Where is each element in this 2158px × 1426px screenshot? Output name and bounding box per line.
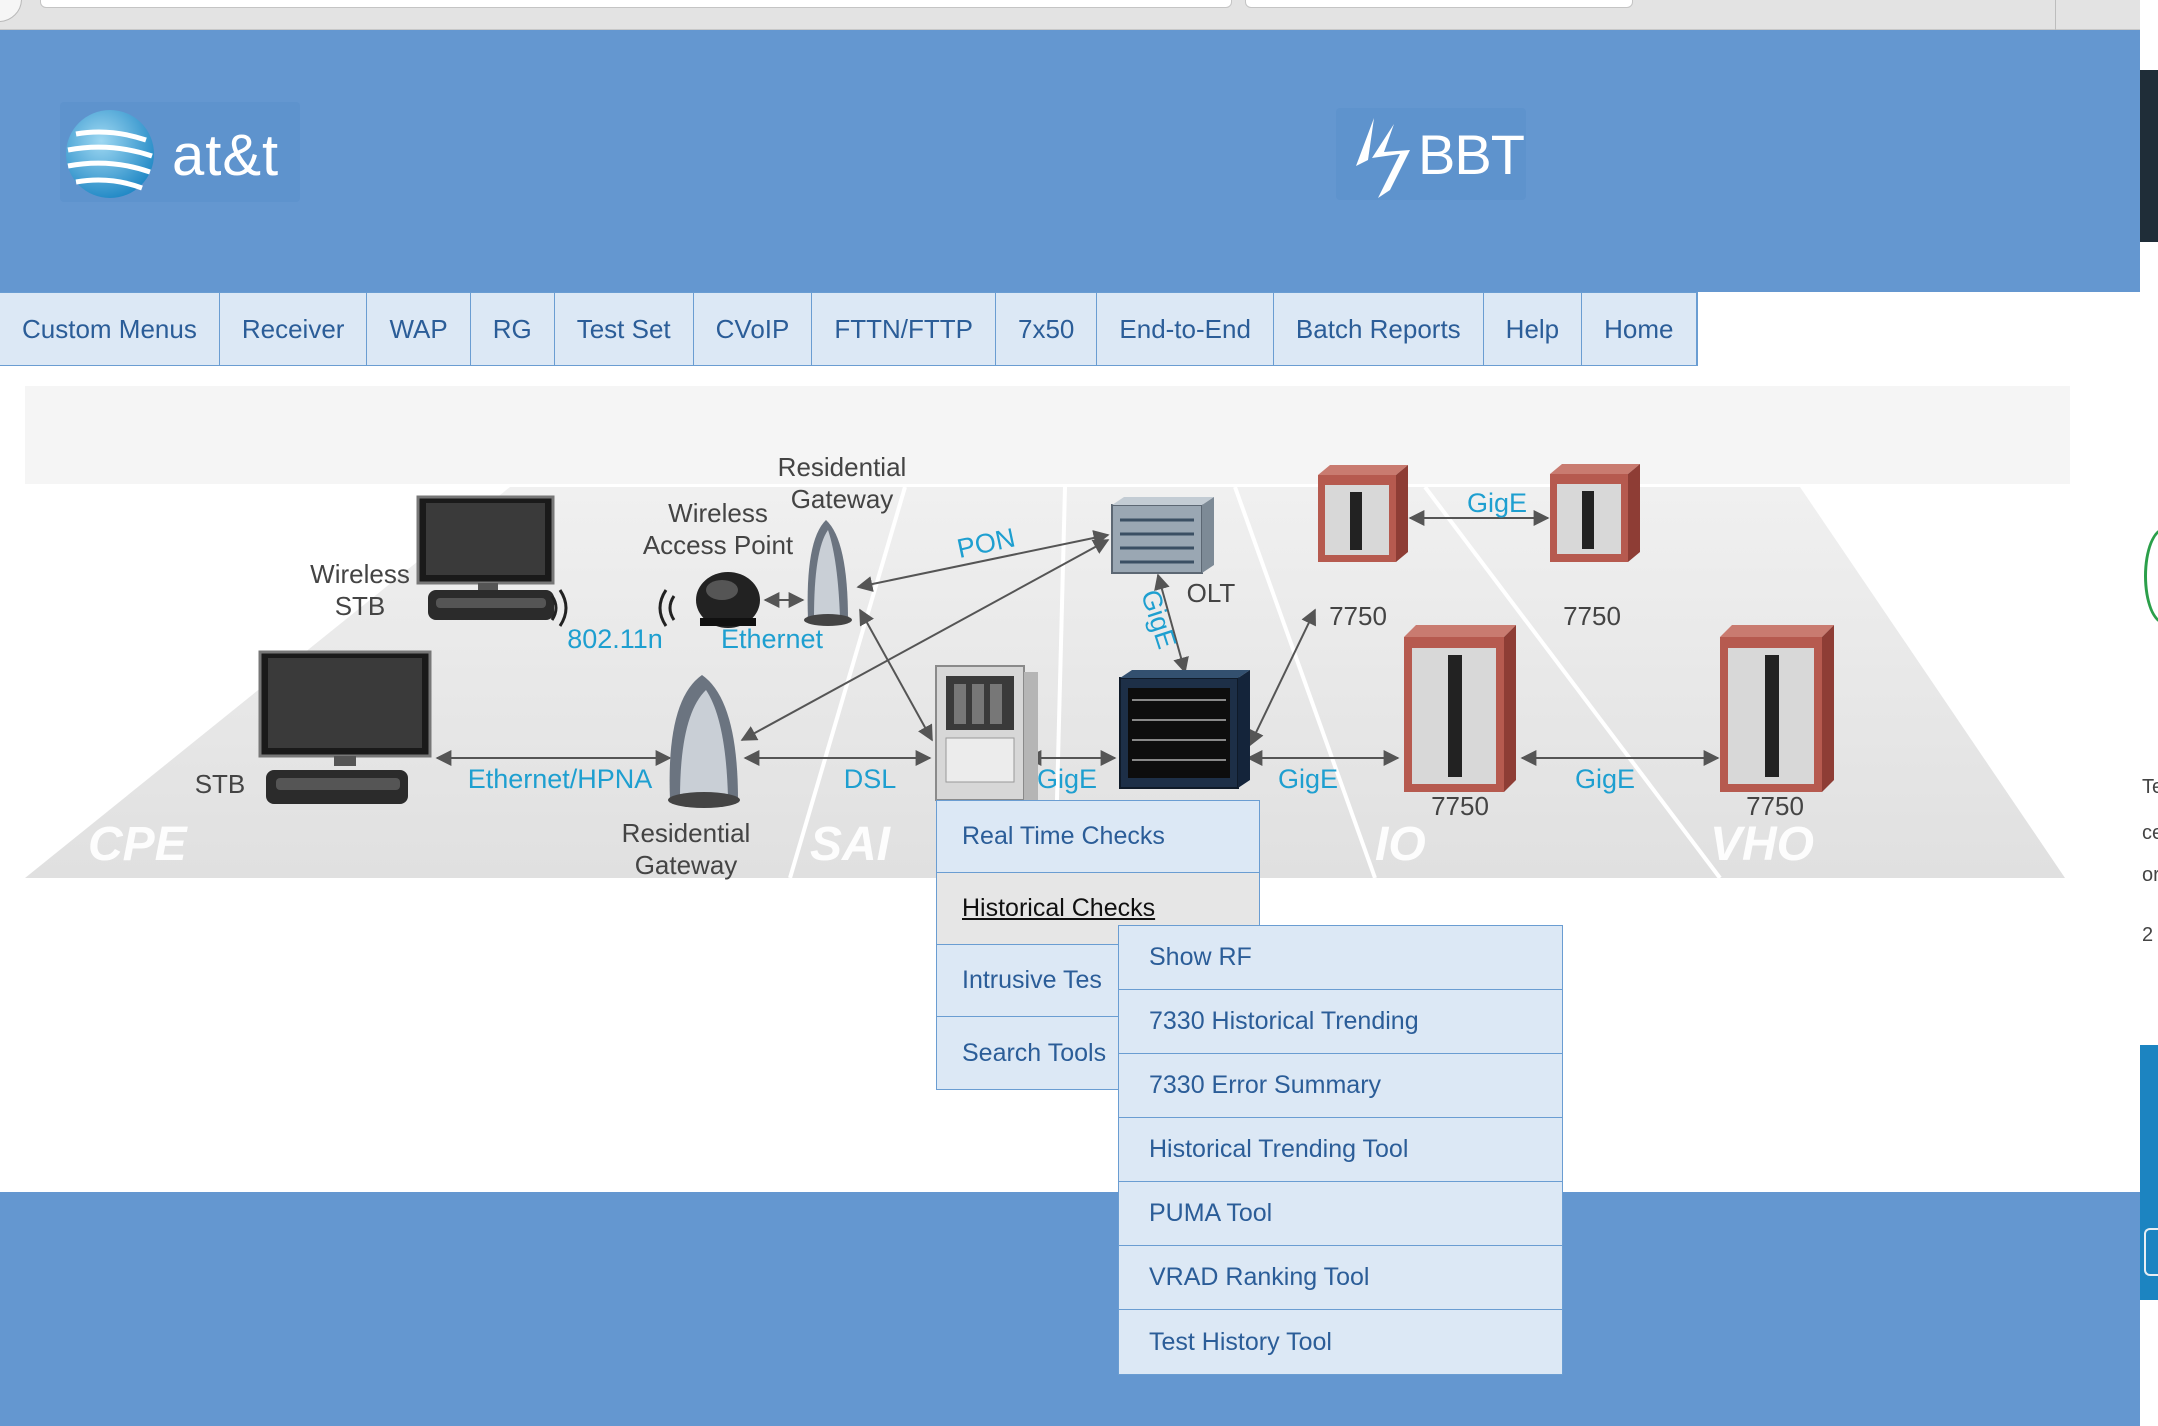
edge-text-2: ce — [2142, 822, 2158, 844]
submenu-item-7330-historical-trending[interactable]: 7330 Historical Trending — [1119, 990, 1562, 1054]
label-7750-a: 7750 — [1329, 601, 1387, 631]
zone-label-io: IO — [1375, 818, 1426, 871]
label-7750-d: 7750 — [1746, 791, 1804, 821]
link-label-ethernet: Ethernet — [721, 624, 824, 654]
zone-label-vho: VHO — [1710, 818, 1814, 871]
link-label-gige-top: GigE — [1467, 488, 1527, 518]
7330-chassis-device[interactable] — [1119, 670, 1250, 789]
label-olt: OLT — [1187, 578, 1236, 608]
router-7750-c-device[interactable] — [1404, 625, 1516, 792]
submenu-item-historical-trending-tool[interactable]: Historical Trending Tool — [1119, 1118, 1562, 1182]
label-7750-c: 7750 — [1431, 791, 1489, 821]
edge-text-1: Te — [2142, 776, 2158, 798]
submenu-item-7330-error-summary[interactable]: 7330 Error Summary — [1119, 1054, 1562, 1118]
edge-text-3: or — [2142, 864, 2158, 886]
router-7750-d-device[interactable] — [1720, 625, 1834, 792]
wireless-access-point-device[interactable] — [696, 572, 760, 628]
edge-ring-icon — [2144, 528, 2158, 624]
submenu-item-show-rf[interactable]: Show RF — [1119, 926, 1562, 990]
edge-dark-panel — [2140, 70, 2158, 242]
label-7750-b: 7750 — [1563, 601, 1621, 631]
submenu-item-vrad-ranking-tool[interactable]: VRAD Ranking Tool — [1119, 1246, 1562, 1310]
link-label-gige-3: GigE — [1575, 764, 1635, 794]
adjacent-window-edge: Te ce or 2 — [2140, 0, 2158, 1426]
link-label-wifi: 802.11n — [567, 624, 663, 654]
link-label-gige-2: GigE — [1278, 764, 1338, 794]
page-footer — [0, 1192, 2140, 1426]
edge-button[interactable] — [2144, 1228, 2158, 1276]
link-label-gige-1: GigE — [1037, 764, 1097, 794]
menu-item-real-time-checks[interactable]: Real Time Checks — [937, 801, 1259, 873]
submenu-item-puma-tool[interactable]: PUMA Tool — [1119, 1182, 1562, 1246]
edge-text-4: 2 — [2142, 924, 2154, 946]
wireless-stb-device[interactable] — [416, 495, 555, 620]
network-diagram: CPE SAI IO VHO Wireless STB Wireless Acc… — [25, 452, 2065, 880]
router-7750-a-device[interactable] — [1318, 465, 1408, 562]
router-7750-b-device[interactable] — [1550, 464, 1640, 562]
link-label-ethernet-hpna: Ethernet/HPNA — [468, 764, 653, 794]
sai-cabinet-device[interactable] — [935, 665, 1038, 801]
historical-checks-submenu: Show RF 7330 Historical Trending 7330 Er… — [1118, 925, 1563, 1375]
stb-device[interactable] — [258, 650, 432, 804]
label-rg-top: Residential Gateway — [778, 452, 907, 514]
link-label-dsl: DSL — [844, 764, 897, 794]
olt-device[interactable] — [1111, 497, 1214, 574]
zone-label-cpe: CPE — [88, 818, 189, 871]
zone-label-sai: SAI — [810, 818, 892, 871]
label-stb: STB — [195, 769, 246, 799]
submenu-item-test-history-tool[interactable]: Test History Tool — [1119, 1310, 1562, 1374]
